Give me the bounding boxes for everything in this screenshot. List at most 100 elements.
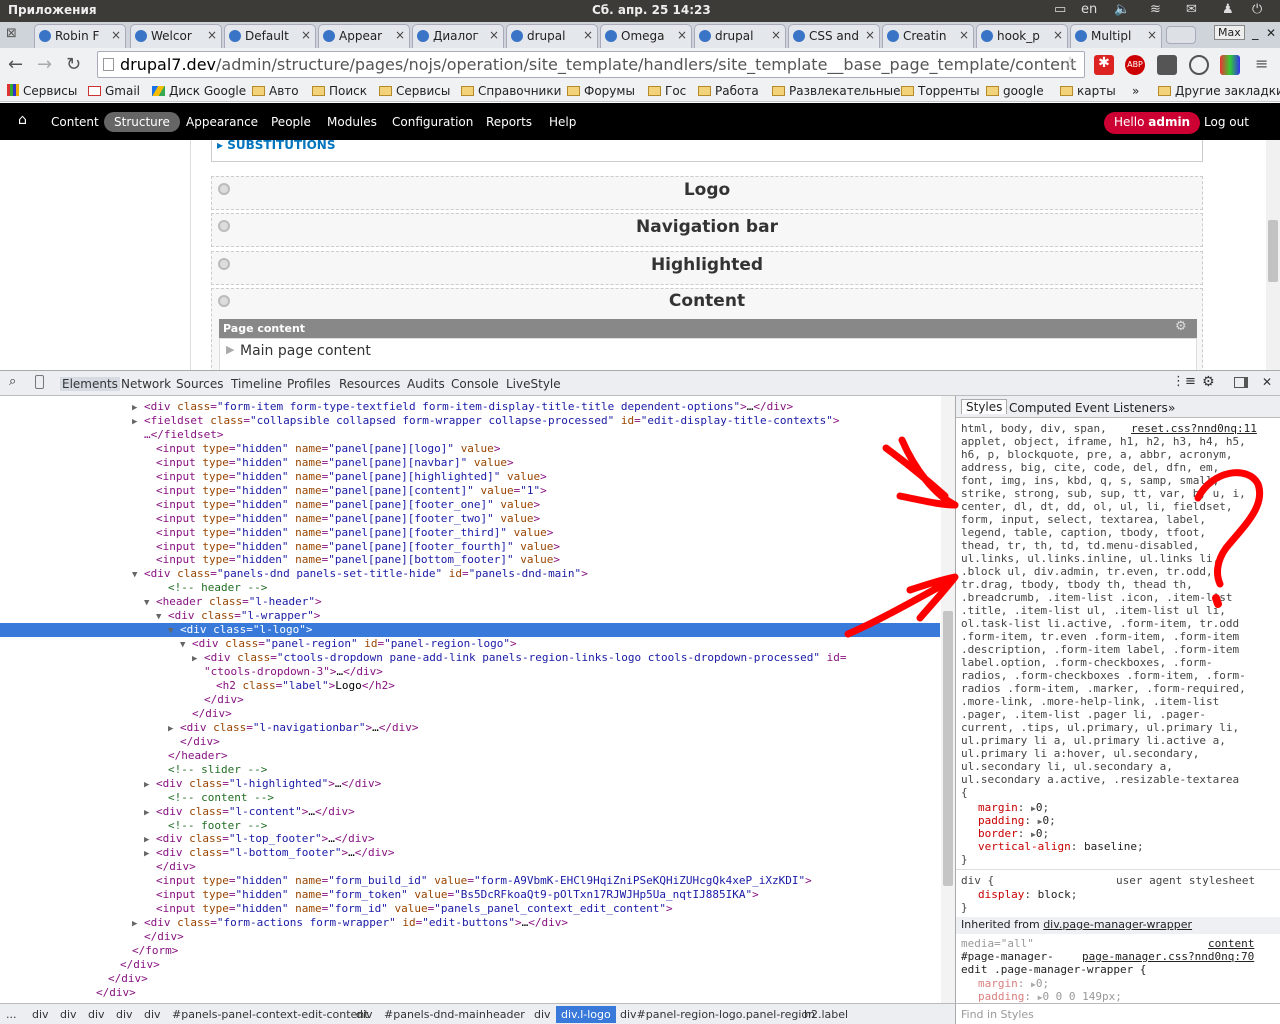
browser-tab[interactable]: CSS and × <box>788 24 880 48</box>
tab-close-icon[interactable]: × <box>1147 28 1157 42</box>
elements-scrollbar[interactable] <box>941 396 955 1003</box>
dom-node-line[interactable]: ▶ <div class="ctools-dropdown pane-add-l… <box>0 651 940 665</box>
hello-user-button[interactable]: Hello admin <box>1104 112 1201 134</box>
user-icon[interactable]: ♟ <box>1222 2 1234 17</box>
dom-node-line[interactable]: ▼ <header class="l-header"> <box>0 595 940 609</box>
minimize-icon[interactable]: _ <box>1252 26 1259 41</box>
dom-node-line[interactable]: <h2 class="label">Logo</h2> <box>0 679 940 693</box>
power-icon[interactable]: ⏻ <box>1252 2 1262 17</box>
devtools-tab-timeline[interactable]: Timeline <box>231 377 282 391</box>
tab-close-icon[interactable]: × <box>865 28 875 42</box>
browser-tab[interactable]: Robin F × <box>34 24 126 48</box>
page-scrollbar-thumb[interactable] <box>1268 220 1278 282</box>
devtools-tab-elements[interactable]: Elements <box>60 377 120 391</box>
bookmark-item[interactable]: Сервисы <box>379 84 450 98</box>
elements-scrollbar-thumb[interactable] <box>943 611 953 886</box>
bookmark-item[interactable]: google <box>986 84 1044 98</box>
devtools-tab-console[interactable]: Console <box>451 377 499 391</box>
pane-gear-icon[interactable]: ⚙ <box>1175 319 1187 334</box>
dom-node-line[interactable]: <input type="hidden" name="form_build_id… <box>0 874 940 888</box>
style-property-inherited[interactable]: margin: ▶0; <box>978 977 1049 991</box>
dom-node-line[interactable]: <input type="hidden" name="panel[pane][l… <box>0 442 940 456</box>
tab-close-icon[interactable]: × <box>489 28 499 42</box>
bookmark-item[interactable]: Гос <box>648 84 686 98</box>
system-clock[interactable]: Сб. апр. 25 14:23 <box>592 3 711 17</box>
tab-close-icon[interactable]: × <box>677 28 687 42</box>
device-mode-icon[interactable] <box>35 375 44 389</box>
browser-tab[interactable]: Welcor × <box>130 24 222 48</box>
dom-node-line[interactable]: ▼ <div class="l-wrapper"> <box>0 609 940 623</box>
dom-node-line[interactable]: ▼ <div class="panels-dnd panels-set-titl… <box>0 567 940 581</box>
expand-triangle-icon[interactable]: ▶ <box>168 724 173 734</box>
dom-node-line[interactable]: <input type="hidden" name="panel[pane][f… <box>0 526 940 540</box>
colorpicker-icon[interactable] <box>1220 55 1240 75</box>
dom-node-selected[interactable]: ▼ <div class="l-logo"> <box>0 623 940 638</box>
find-in-styles-input[interactable]: Find in Styles <box>955 1003 1280 1024</box>
adblock-icon[interactable]: ABP <box>1125 55 1145 75</box>
browser-tab[interactable]: Multipl × <box>1070 24 1162 48</box>
devtools-tab-audits[interactable]: Audits <box>407 377 445 391</box>
console-drawer-icon[interactable]: ⋮≡ <box>1172 374 1196 389</box>
dom-node-line[interactable]: <input type="hidden" name="form_id" valu… <box>0 902 940 916</box>
browser-tab[interactable]: hook_p × <box>976 24 1068 48</box>
tab-close-icon[interactable]: × <box>111 28 121 42</box>
tab-close-icon[interactable]: × <box>1053 28 1063 42</box>
style-property-name[interactable]: padding <box>978 990 1024 1003</box>
breadcrumb-item[interactable]: #panels-panel-context-edit-content <box>172 1008 369 1021</box>
tab-close-icon[interactable]: × <box>301 28 311 42</box>
style-property-name[interactable]: padding <box>978 814 1024 827</box>
breadcrumb-item[interactable]: ... <box>6 1008 17 1021</box>
dom-node-line[interactable]: </div> <box>0 958 940 972</box>
tab-close-icon[interactable]: × <box>959 28 969 42</box>
bookmark-item[interactable]: Поиск <box>312 84 367 98</box>
collapse-triangle-icon[interactable]: ▼ <box>156 612 161 622</box>
tab-more[interactable]: » <box>1168 401 1175 415</box>
dom-node-line[interactable]: ▶ <div class="l-bottom_footer">…</div> <box>0 846 940 860</box>
admin-menu-help[interactable]: Help <box>549 115 576 129</box>
rule-source-link[interactable]: page-manager.css?nnd0nq:70 <box>1082 950 1254 963</box>
style-property-value[interactable]: 0 0 0 149px <box>1042 990 1115 1003</box>
dom-node-line[interactable]: </div> <box>0 930 940 944</box>
tab-close-icon[interactable]: × <box>583 28 593 42</box>
browser-tab[interactable]: Omega × <box>600 24 692 48</box>
address-bar[interactable]: drupal7.dev/admin/structure/pages/nojs/o… <box>97 51 1085 78</box>
admin-menu-people[interactable]: People <box>271 115 311 129</box>
style-property-value[interactable]: 0 <box>1042 814 1049 827</box>
style-property-value[interactable]: 0 <box>1036 977 1043 990</box>
dom-node-line[interactable]: <!-- header --> <box>0 581 940 595</box>
devtools-tab-livestyle[interactable]: LiveStyle <box>506 377 561 391</box>
applications-menu[interactable]: Приложения <box>8 3 97 17</box>
expand-triangle-icon[interactable]: ▶ <box>132 919 137 929</box>
dom-node-line[interactable]: <input type="hidden" name="panel[pane][f… <box>0 498 940 512</box>
expand-triangle-icon[interactable]: ▶ <box>144 835 149 845</box>
back-icon[interactable]: ← <box>8 54 23 75</box>
admin-menu-modules[interactable]: Modules <box>327 115 377 129</box>
collapse-triangle-icon[interactable]: ▼ <box>180 640 185 650</box>
dom-node-line[interactable]: ▶ <div class="l-navigationbar">…</div> <box>0 721 940 735</box>
tab-styles[interactable]: Styles <box>961 399 1008 414</box>
bookmark-apps[interactable]: Сервисы <box>7 84 77 98</box>
profile-name[interactable]: Max <box>1214 25 1245 40</box>
window-close-x-icon[interactable]: ✕ <box>1266 26 1276 40</box>
style-property-inherited[interactable]: padding: ▶0 0 0 149px; <box>978 990 1122 1003</box>
dom-node-line[interactable]: <!-- content --> <box>0 791 940 805</box>
bookmark-star-icon[interactable]: ☆ <box>1062 53 1078 74</box>
logout-link[interactable]: Log out <box>1204 115 1249 129</box>
style-property-name[interactable]: margin <box>978 801 1018 814</box>
dom-node-line[interactable]: ▶ <div class="l-top_footer">…</div> <box>0 832 940 846</box>
extension-icon[interactable] <box>1157 55 1177 75</box>
browser-tab[interactable]: Диалог × <box>412 24 504 48</box>
wifi-icon[interactable]: ≋ <box>1150 2 1161 17</box>
dom-node-line[interactable]: <input type="hidden" name="panel[pane][h… <box>0 470 940 484</box>
style-property-name[interactable]: vertical-align <box>978 840 1071 853</box>
devtools-close-icon[interactable]: ✕ <box>1262 375 1272 389</box>
browser-tab[interactable]: Appear × <box>318 24 410 48</box>
bookmark-item[interactable]: Диск Google <box>152 84 246 98</box>
inspect-search-icon[interactable]: ⌕ <box>9 374 16 389</box>
browser-tab[interactable]: Creatin × <box>882 24 974 48</box>
style-property[interactable]: border: ▶0; <box>978 827 1049 841</box>
volume-icon[interactable]: 🔈 <box>1114 2 1130 17</box>
bookmark-item[interactable]: Справочники <box>461 84 561 98</box>
dom-node-line[interactable]: <!-- slider --> <box>0 763 940 777</box>
home-icon[interactable]: ⌂ <box>18 112 27 128</box>
